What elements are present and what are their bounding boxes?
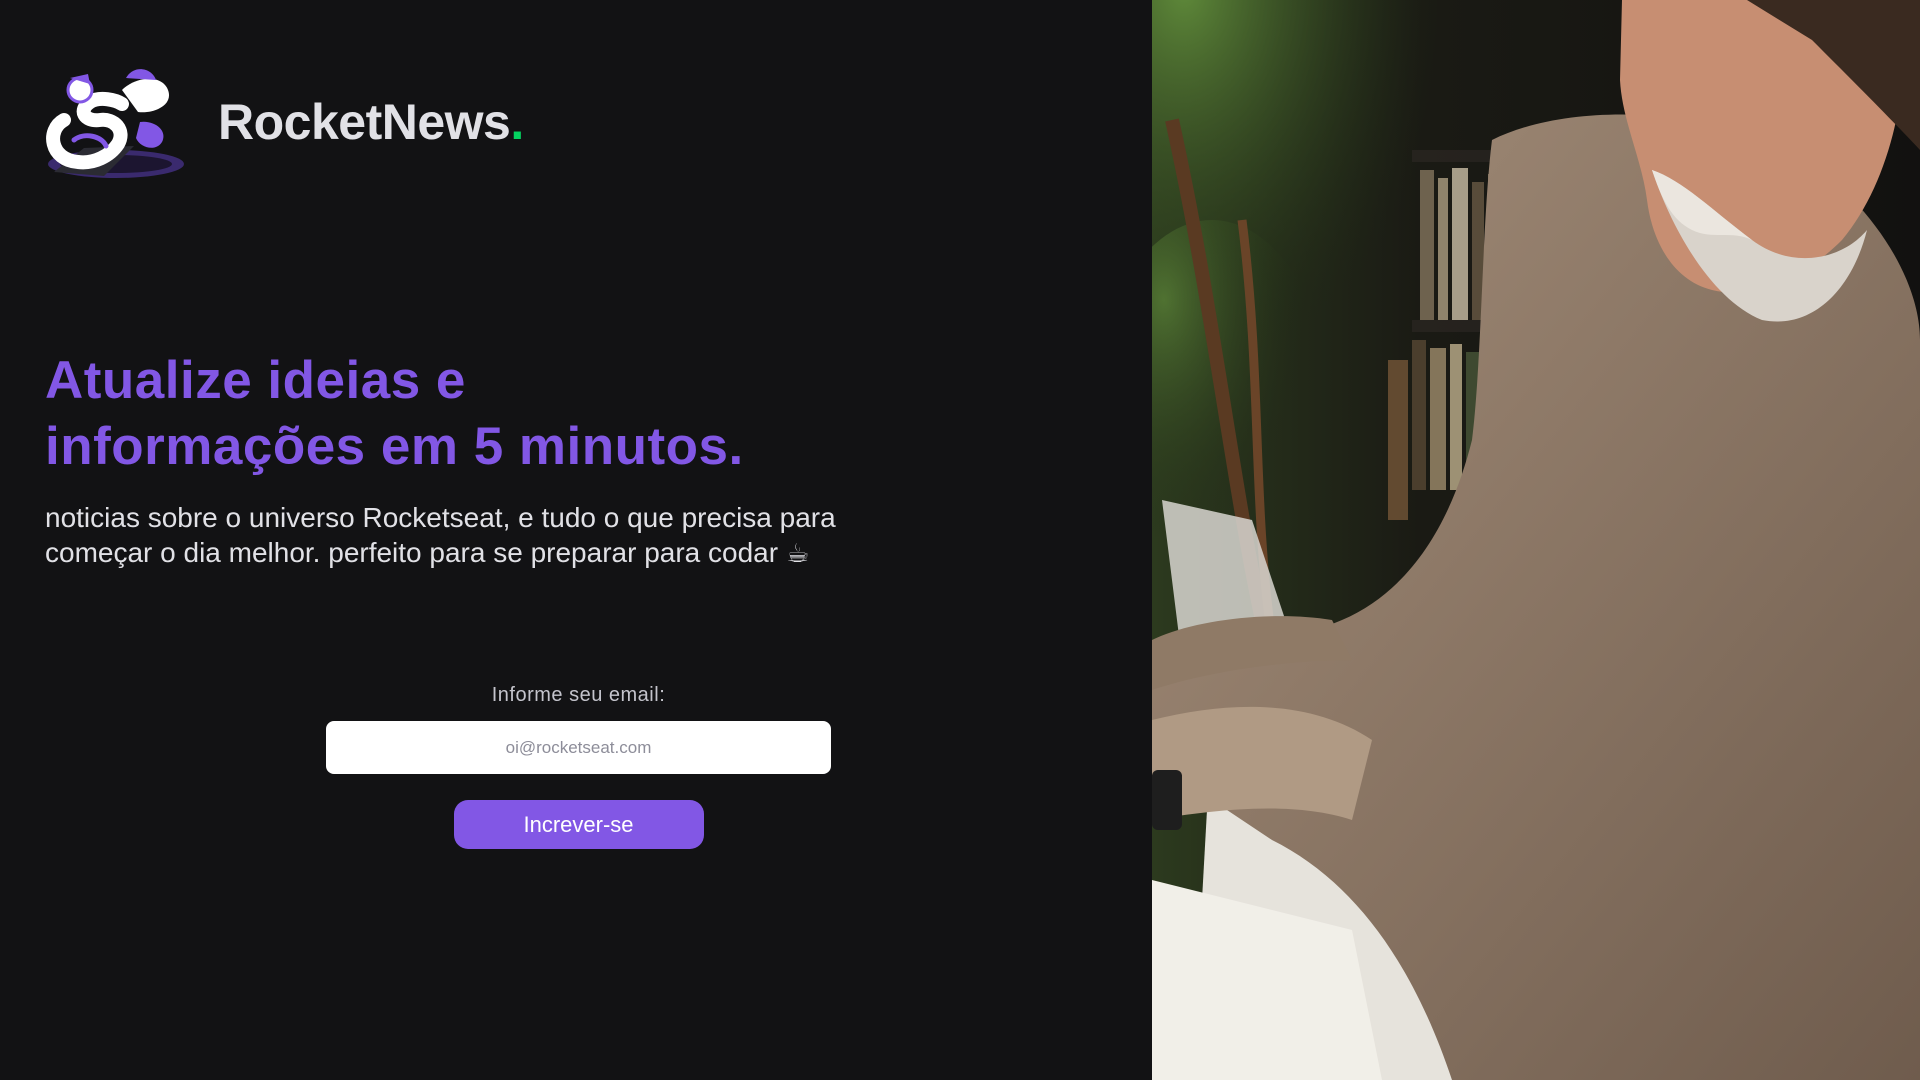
brand-name-text: RocketNews <box>218 94 511 150</box>
subscribe-form: Informe seu email: Increver-se <box>326 684 831 849</box>
email-label: Informe seu email: <box>491 684 666 706</box>
page-headline: Atualize ideias e informações em 5 minut… <box>45 348 845 480</box>
subscribe-button[interactable]: Increver-se <box>453 800 704 849</box>
coffee-cup-icon: ☕ <box>786 538 810 568</box>
email-input[interactable] <box>326 721 831 774</box>
page-subtitle: noticias sobre o universo Rocketseat, e … <box>45 500 855 571</box>
hero-photo <box>1152 0 1920 1080</box>
left-panel: RocketNews. Atualize ideias e informaçõe… <box>0 0 1152 1080</box>
brand-dot: . <box>510 94 524 150</box>
man-working-at-laptop-photo <box>1152 0 1920 1080</box>
brand-header: RocketNews. <box>44 60 524 184</box>
brand-name: RocketNews. <box>218 93 524 151</box>
headline-line-2: informações em 5 minutos. <box>45 417 744 476</box>
subtitle-text: noticias sobre o universo Rocketseat, e … <box>45 502 836 568</box>
headline-line-1: Atualize ideias e <box>45 351 466 410</box>
rocketnews-logo-icon <box>46 69 184 178</box>
